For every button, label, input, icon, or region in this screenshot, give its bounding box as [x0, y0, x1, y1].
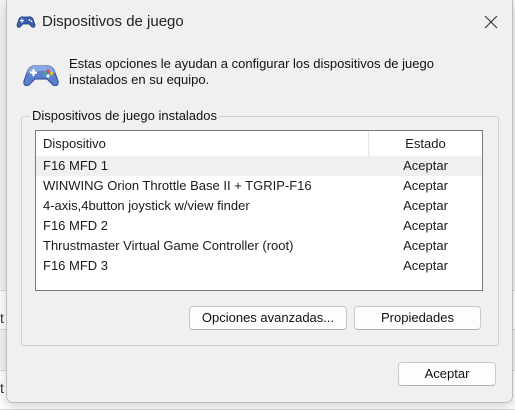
device-name: 4-axis,4button joystick w/view finder: [43, 198, 250, 213]
device-row[interactable]: F16 MFD 3 Aceptar: [36, 256, 482, 276]
device-name: Thrustmaster Virtual Game Controller (ro…: [43, 238, 294, 253]
dialog-title: Dispositivos de juego: [42, 13, 184, 30]
gamepad-icon: [16, 14, 36, 30]
device-status: Aceptar: [403, 258, 448, 273]
device-row[interactable]: 4-axis,4button joystick w/view finder Ac…: [36, 196, 482, 216]
device-name: F16 MFD 2: [43, 218, 109, 233]
device-list[interactable]: Dispositivo Estado F16 MFD 1 Aceptar WIN…: [35, 130, 483, 291]
device-row[interactable]: F16 MFD 1 Aceptar: [36, 156, 482, 176]
column-header-device[interactable]: Dispositivo: [36, 131, 369, 156]
background-text: t: [0, 380, 4, 396]
device-row[interactable]: WINWING Orion Throttle Base II + TGRIP-F…: [36, 176, 482, 196]
device-status: Aceptar: [403, 158, 448, 173]
game-controllers-dialog: Dispositivos de juego Estas opciones le …: [6, 0, 513, 403]
title-bar: Dispositivos de juego: [7, 0, 512, 44]
advanced-options-button[interactable]: Opciones avanzadas...: [189, 306, 347, 330]
properties-button[interactable]: Propiedades: [354, 306, 481, 330]
close-button[interactable]: [470, 4, 512, 40]
header-description: Estas opciones le ayudan a configurar lo…: [69, 56, 434, 87]
installed-devices-group: Dispositivos de juego instalados Disposi…: [21, 108, 499, 346]
device-row[interactable]: F16 MFD 2 Aceptar: [36, 216, 482, 236]
column-header-status[interactable]: Estado: [369, 131, 482, 156]
close-icon: [484, 15, 498, 29]
device-name: F16 MFD 1: [43, 158, 109, 173]
device-status: Aceptar: [403, 178, 448, 193]
device-name: F16 MFD 3: [43, 258, 109, 273]
device-row[interactable]: Thrustmaster Virtual Game Controller (ro…: [36, 236, 482, 256]
device-name: WINWING Orion Throttle Base II + TGRIP-F…: [43, 178, 312, 193]
device-status: Aceptar: [403, 198, 448, 213]
ok-button[interactable]: Aceptar: [398, 362, 496, 386]
gamepad-large-icon: [22, 60, 60, 90]
device-status: Aceptar: [403, 238, 448, 253]
group-label: Dispositivos de juego instalados: [30, 108, 219, 123]
background-text: t: [0, 310, 4, 326]
list-header: Dispositivo Estado: [36, 131, 482, 157]
device-status: Aceptar: [403, 218, 448, 233]
